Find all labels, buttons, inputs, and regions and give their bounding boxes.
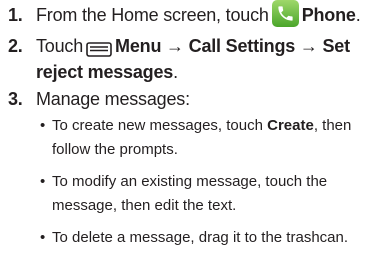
bullet-text-part: To create new messages, touch — [52, 117, 268, 134]
bullet-dot-icon: • — [40, 229, 46, 246]
bullet-text: To create new messages, touch Create, th… — [52, 114, 365, 162]
menu-key-icon — [86, 38, 112, 57]
step-1-period: . — [355, 5, 361, 25]
step-text: Manage messages: — [36, 89, 190, 109]
step-1-text: From the Home screen, touch — [36, 5, 269, 25]
bullet-text: To modify an existing message, touch the… — [52, 170, 365, 218]
step-number: 3. — [8, 89, 23, 109]
step-number: 2. — [8, 36, 23, 56]
bullet-dot-icon: • — [40, 117, 46, 134]
menu-path-label: Menu → Call Settings → Set — [115, 36, 350, 56]
step-text: Touch Menu → Call Settings → Set reject me… — [36, 33, 367, 85]
bullet-text-part: To delete a message, drag it to the tras… — [52, 229, 349, 246]
step-number: 1. — [8, 5, 23, 25]
phone-label: Phone — [301, 5, 356, 25]
create-label: Create — [267, 117, 314, 134]
step-2-period: . — [173, 62, 178, 82]
bullet-dot-icon: • — [40, 173, 46, 190]
bullet-text: To delete a message, drag it to the tras… — [52, 226, 365, 250]
step-text: From the Home screen, touch Phone. — [36, 0, 367, 30]
bullet-text-part: To modify an existing message, touch the — [52, 173, 328, 190]
step-2-text: Touch — [36, 36, 84, 56]
phone-icon — [271, 0, 299, 27]
bullet-text-part: , then — [313, 117, 352, 134]
instruction-document: 1. From the Home screen, touch Phone. 2. … — [0, 0, 371, 272]
reject-messages-label: reject messages — [36, 62, 174, 82]
bullet-text-part: message, then edit the text. — [52, 197, 237, 214]
bullet-text-part: follow the prompts. — [52, 141, 178, 158]
